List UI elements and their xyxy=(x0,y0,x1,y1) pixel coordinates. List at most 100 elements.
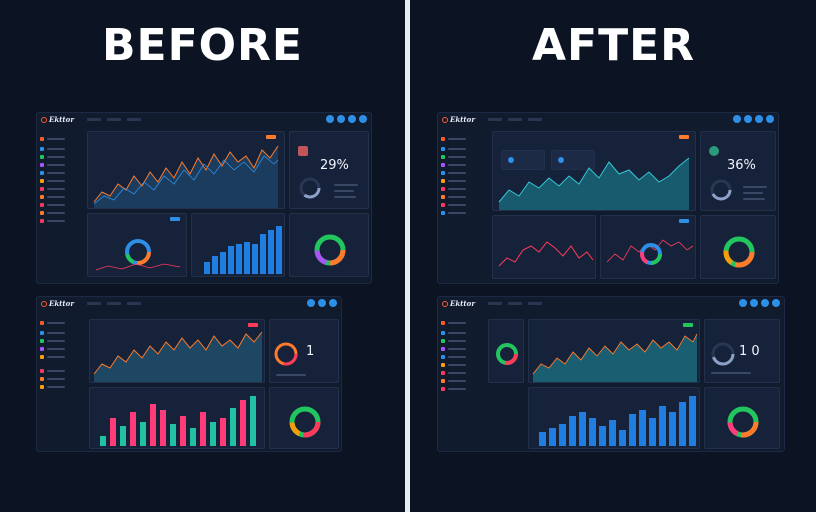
ring-panel xyxy=(269,387,339,449)
bar-chart xyxy=(539,396,696,446)
ring-chart xyxy=(314,234,346,266)
mini-donut xyxy=(496,343,518,365)
sidebar-item[interactable] xyxy=(441,179,466,183)
sidebar-item[interactable] xyxy=(40,377,65,381)
sidebar-item[interactable] xyxy=(40,355,65,359)
topbar: Ekttor xyxy=(438,113,778,127)
sidebar-item[interactable] xyxy=(441,379,466,383)
line-chart xyxy=(498,241,594,267)
sidebar-item[interactable] xyxy=(40,339,65,343)
sidebar-item[interactable] xyxy=(40,137,65,141)
header-actions[interactable] xyxy=(733,115,774,123)
bar-panel xyxy=(528,387,700,449)
sidebar-item[interactable] xyxy=(40,171,65,175)
gauge-panel xyxy=(87,213,187,277)
sidebar-item[interactable] xyxy=(441,371,466,375)
avatar[interactable] xyxy=(772,299,780,307)
profile-icon[interactable] xyxy=(755,115,763,123)
notification-icon[interactable] xyxy=(733,115,741,123)
sidebar-item[interactable] xyxy=(441,147,466,151)
header-actions[interactable] xyxy=(739,299,780,307)
ring-chart xyxy=(289,406,321,438)
settings-icon[interactable] xyxy=(750,299,758,307)
sidebar-item[interactable] xyxy=(441,331,466,335)
topbar: Ekttor xyxy=(37,297,341,311)
notification-icon[interactable] xyxy=(326,115,334,123)
bar-chart xyxy=(100,396,256,446)
settings-icon[interactable] xyxy=(318,299,326,307)
stat-value: 1 0 xyxy=(739,344,760,359)
profile-icon[interactable] xyxy=(348,115,356,123)
line-panel xyxy=(492,215,596,279)
after-dashboard-bottom: Ekttor 1 0 xyxy=(437,296,785,452)
sidebar-item[interactable] xyxy=(40,203,65,207)
main-chart-panel xyxy=(89,319,265,383)
avatar[interactable] xyxy=(766,115,774,123)
sidebar xyxy=(438,127,482,283)
settings-icon[interactable] xyxy=(337,115,345,123)
top-nav[interactable] xyxy=(87,118,141,121)
sidebar-item[interactable] xyxy=(40,211,65,215)
sidebar-item[interactable] xyxy=(40,155,65,159)
divider xyxy=(405,0,410,512)
settings-icon[interactable] xyxy=(744,115,752,123)
avatar[interactable] xyxy=(359,115,367,123)
sidebar-item[interactable] xyxy=(441,321,466,325)
mixed-chart xyxy=(606,239,694,265)
sidebar-item[interactable] xyxy=(40,187,65,191)
sidebar-item[interactable] xyxy=(40,321,65,325)
before-heading: BEFORE xyxy=(102,20,303,71)
sidebar-item[interactable] xyxy=(441,137,466,141)
main-chart-panel xyxy=(87,131,285,209)
sidebar-item[interactable] xyxy=(40,195,65,199)
after-half: AFTER Ekttor 36% Ekttor 1 0 xyxy=(411,0,816,512)
before-dashboard-bottom: Ekttor 1 xyxy=(36,296,342,452)
top-nav[interactable] xyxy=(488,302,542,305)
topbar: Ekttor xyxy=(37,113,371,127)
sidebar-item[interactable] xyxy=(441,355,466,359)
sidebar-item[interactable] xyxy=(441,163,466,167)
app-logo: Ekttor xyxy=(442,115,475,124)
sidebar-item[interactable] xyxy=(441,387,466,391)
sidebar-item[interactable] xyxy=(441,339,466,343)
sidebar-item[interactable] xyxy=(40,163,65,167)
main-chart-panel xyxy=(492,131,696,211)
sidebar-item[interactable] xyxy=(441,195,466,199)
notification-icon[interactable] xyxy=(739,299,747,307)
bar-panel xyxy=(89,387,265,449)
profile-icon[interactable] xyxy=(329,299,337,307)
ring-panel xyxy=(704,387,780,449)
sidebar-item[interactable] xyxy=(441,155,466,159)
after-dashboard-top: Ekttor 36% xyxy=(437,112,779,284)
after-heading: AFTER xyxy=(531,20,696,71)
sidebar-item[interactable] xyxy=(40,385,65,389)
before-dashboard-top: Ekttor 29% xyxy=(36,112,372,284)
sidebar-item[interactable] xyxy=(441,363,466,367)
sidebar-item[interactable] xyxy=(441,347,466,351)
top-nav[interactable] xyxy=(87,302,141,305)
app-logo: Ekttor xyxy=(442,299,475,308)
ring-chart xyxy=(723,236,755,268)
sidebar-item[interactable] xyxy=(40,147,65,151)
sidebar-item[interactable] xyxy=(40,347,65,351)
mini-stat-panel xyxy=(488,319,524,383)
notification-icon[interactable] xyxy=(307,299,315,307)
sidebar xyxy=(438,311,482,451)
main-area-chart xyxy=(532,333,698,382)
sidebar-item[interactable] xyxy=(441,203,466,207)
sidebar-item[interactable] xyxy=(40,179,65,183)
header-actions[interactable] xyxy=(307,299,337,307)
header-actions[interactable] xyxy=(326,115,367,123)
sidebar-item[interactable] xyxy=(40,219,65,223)
top-nav[interactable] xyxy=(488,118,542,121)
sidebar-item[interactable] xyxy=(40,369,65,373)
stat-value: 1 xyxy=(306,344,315,359)
sidebar-item[interactable] xyxy=(40,331,65,335)
profile-icon[interactable] xyxy=(761,299,769,307)
sidebar-item[interactable] xyxy=(441,171,466,175)
sidebar-item[interactable] xyxy=(441,187,466,191)
sidebar-item[interactable] xyxy=(441,211,466,215)
logo-icon xyxy=(41,117,47,123)
app-logo: Ekttor xyxy=(41,115,74,124)
stat-panel: 36% xyxy=(700,131,776,211)
